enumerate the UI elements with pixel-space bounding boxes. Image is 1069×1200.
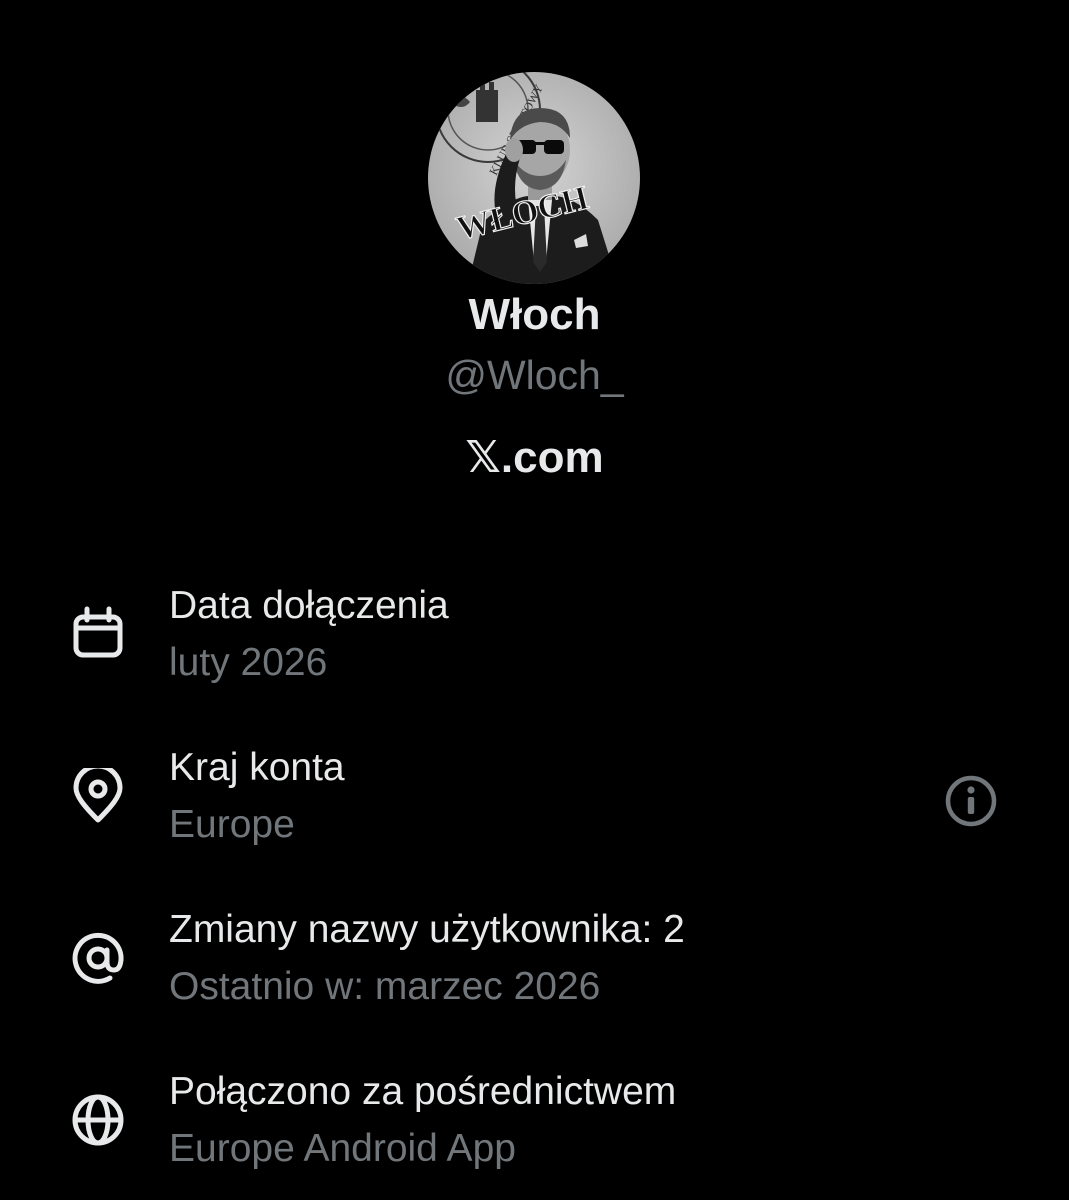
location-pin-icon (70, 768, 126, 824)
join-date-label: Data dołączenia (169, 584, 449, 627)
avatar-photo: KLUB SPORTOWY WŁOCH (428, 72, 640, 284)
join-date-value: luty 2026 (169, 641, 328, 684)
profile-header: KLUB SPORTOWY WŁOCH Wł (0, 0, 1069, 540)
info-icon (945, 775, 997, 827)
avatar[interactable]: KLUB SPORTOWY WŁOCH (428, 72, 640, 284)
source-domain: 𝕏.com (465, 433, 604, 482)
info-button[interactable] (943, 773, 999, 829)
connected-via-value: Europe Android App (169, 1127, 516, 1170)
account-country-value: Europe (169, 803, 295, 846)
at-sign-icon (70, 930, 126, 986)
display-name: Włoch (468, 290, 601, 339)
connected-via-label: Połączono za pośrednictwem (169, 1070, 677, 1113)
handle[interactable]: @Wloch_ (0, 352, 1069, 399)
username-changes-label: Zmiany nazwy użytkownika: 2 (169, 908, 685, 951)
account-country-label: Kraj konta (169, 746, 345, 789)
info-row-join-date: Data dołączenia luty 2026 (0, 570, 1069, 710)
info-row-connected-via: Połączono za pośrednictwem Europe Androi… (0, 1056, 1069, 1196)
globe-icon (70, 1092, 126, 1148)
info-row-account-country: Kraj konta Europe (0, 732, 1069, 872)
username-changes-value: Ostatnio w: marzec 2026 (169, 965, 601, 1008)
calendar-icon (70, 606, 126, 662)
info-row-username-changes: Zmiany nazwy użytkownika: 2 Ostatnio w: … (0, 894, 1069, 1034)
